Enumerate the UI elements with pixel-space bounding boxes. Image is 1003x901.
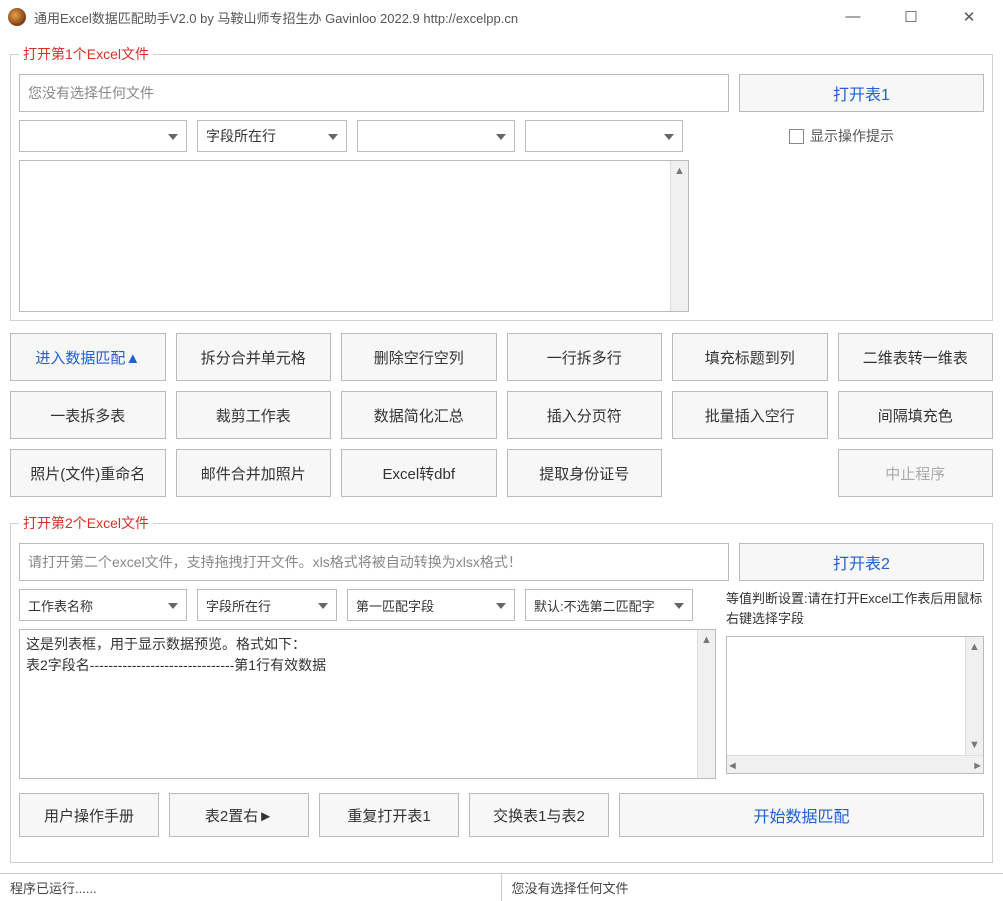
scroll-up-icon[interactable]: ▲ — [966, 637, 983, 657]
show-tips-label: 显示操作提示 — [810, 126, 894, 146]
scroll-up-icon[interactable]: ▲ — [698, 630, 715, 650]
excel-to-dbf-button[interactable]: Excel转dbf — [341, 449, 497, 497]
extra-combo-2[interactable] — [525, 120, 683, 152]
sheet1-combo[interactable] — [19, 120, 187, 152]
match-field1-combo[interactable]: 第一匹配字段 — [347, 589, 515, 621]
preview1-textarea[interactable]: ▲ — [19, 160, 689, 312]
page-break-button[interactable]: 插入分页符 — [507, 391, 663, 439]
group-open-file-1: 打开第1个Excel文件 您没有选择任何文件 打开表1 字段所在行 显示操作提示 — [10, 44, 993, 321]
field-row1-label: 字段所在行 — [206, 126, 276, 146]
toolbar-spacer — [672, 449, 828, 497]
status-left: 程序已运行...... — [0, 874, 502, 901]
interval-fill-button[interactable]: 间隔填充色 — [838, 391, 994, 439]
group1-legend: 打开第1个Excel文件 — [19, 44, 153, 64]
split-sheet-button[interactable]: 一表拆多表 — [10, 391, 166, 439]
preview2-line1: 这是列表框，用于显示数据预览。格式如下： — [26, 634, 709, 655]
pivot-button[interactable]: 二维表转一维表 — [838, 333, 994, 381]
file2-placeholder: 请打开第二个excel文件，支持拖拽打开文件。xls格式将被自动转换为xlsx格… — [28, 552, 522, 572]
insert-blank-button[interactable]: 批量插入空行 — [672, 391, 828, 439]
group-open-file-2: 打开第2个Excel文件 请打开第二个excel文件，支持拖拽打开文件。xls格… — [10, 513, 993, 863]
open-table2-button[interactable]: 打开表2 — [739, 543, 984, 581]
file1-placeholder: 您没有选择任何文件 — [28, 83, 154, 103]
start-match-button[interactable]: 开始数据匹配 — [619, 793, 984, 837]
equal-judge-list[interactable]: ▲ ▼ ◄ ► — [726, 636, 984, 774]
field-row1-combo[interactable]: 字段所在行 — [197, 120, 347, 152]
match-field2-combo[interactable]: 默认:不选第二匹配字 — [525, 589, 693, 621]
tool-button-grid: 进入数据匹配▲ 拆分合并单元格 删除空行空列 一行拆多行 填充标题到列 二维表转… — [10, 333, 993, 497]
window-title: 通用Excel数据匹配助手V2.0 by 马鞍山师专招生办 Gavinloo 2… — [34, 8, 833, 27]
checkbox-icon — [789, 129, 804, 144]
scrollbar-horizontal[interactable]: ◄ ► — [727, 755, 983, 773]
extra-combo-1[interactable] — [357, 120, 515, 152]
scroll-right-icon[interactable]: ► — [972, 756, 983, 774]
scrollbar-vertical[interactable]: ▲ — [670, 161, 688, 311]
sheet2-combo[interactable]: 工作表名称 — [19, 589, 187, 621]
open-table1-button[interactable]: 打开表1 — [739, 74, 984, 112]
mailmerge-photo-button[interactable]: 邮件合并加照片 — [176, 449, 332, 497]
statusbar: 程序已运行...... 您没有选择任何文件 — [0, 873, 1003, 901]
fill-title-button[interactable]: 填充标题到列 — [672, 333, 828, 381]
field-row2-combo[interactable]: 字段所在行 — [197, 589, 337, 621]
preview2-textarea[interactable]: 这是列表框，用于显示数据预览。格式如下： 表2字段名--------------… — [19, 629, 716, 779]
scroll-up-icon[interactable]: ▲ — [671, 161, 688, 181]
split-merge-button[interactable]: 拆分合并单元格 — [176, 333, 332, 381]
reopen-table1-button[interactable]: 重复打开表1 — [319, 793, 459, 837]
file2-path-input[interactable]: 请打开第二个excel文件，支持拖拽打开文件。xls格式将被自动转换为xlsx格… — [19, 543, 729, 581]
delete-blank-button[interactable]: 删除空行空列 — [341, 333, 497, 381]
equal-judge-note: 等值判断设置:请在打开Excel工作表后用鼠标右键选择字段 — [726, 589, 984, 628]
scroll-left-icon[interactable]: ◄ — [727, 756, 738, 774]
extract-id-button[interactable]: 提取身份证号 — [507, 449, 663, 497]
simplify-button[interactable]: 数据简化汇总 — [341, 391, 497, 439]
show-tips-checkbox[interactable]: 显示操作提示 — [789, 126, 894, 146]
scrollbar-vertical-2[interactable]: ▲ — [697, 630, 715, 778]
maximize-button[interactable]: ☐ — [891, 8, 931, 26]
minimize-button[interactable]: — — [833, 8, 873, 26]
scroll-down-icon[interactable]: ▼ — [966, 735, 983, 755]
enter-match-button[interactable]: 进入数据匹配▲ — [10, 333, 166, 381]
manual-button[interactable]: 用户操作手册 — [19, 793, 159, 837]
file1-path-input[interactable]: 您没有选择任何文件 — [19, 74, 729, 112]
app-icon — [8, 8, 26, 26]
preview2-line2: 表2字段名-------------------------------第1行有… — [26, 655, 709, 676]
swap-tables-button[interactable]: 交换表1与表2 — [469, 793, 609, 837]
crop-sheet-button[interactable]: 裁剪工作表 — [176, 391, 332, 439]
abort-button: 中止程序 — [838, 449, 994, 497]
table2-right-button[interactable]: 表2置右► — [169, 793, 309, 837]
row-split-button[interactable]: 一行拆多行 — [507, 333, 663, 381]
scrollbar-vertical-3[interactable]: ▲ ▼ — [965, 637, 983, 773]
close-button[interactable]: ✕ — [949, 8, 989, 26]
group2-legend: 打开第2个Excel文件 — [19, 513, 153, 533]
titlebar: 通用Excel数据匹配助手V2.0 by 马鞍山师专招生办 Gavinloo 2… — [0, 0, 1003, 34]
status-right: 您没有选择任何文件 — [502, 874, 1003, 901]
rename-photo-button[interactable]: 照片(文件)重命名 — [10, 449, 166, 497]
